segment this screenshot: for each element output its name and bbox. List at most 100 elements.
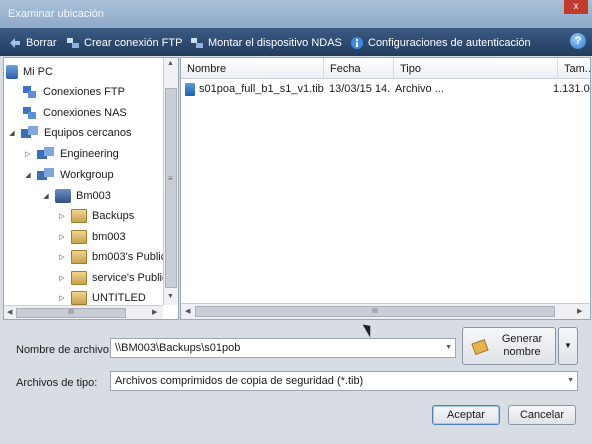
create-ftp-button[interactable]: Crear conexión FTP bbox=[66, 35, 182, 51]
tree-item-label: Bm003 bbox=[76, 190, 111, 202]
expand-arrow-icon[interactable]: ▷ bbox=[58, 233, 66, 241]
auth-settings-label: Configuraciones de autenticación bbox=[368, 37, 531, 49]
filetype-label: Archivos de tipo: bbox=[16, 377, 98, 389]
expand-arrow-icon[interactable]: ▷ bbox=[58, 212, 66, 220]
workgroup-icon bbox=[37, 147, 55, 161]
folder-tree[interactable]: Mi PC Conexiones FTP Conexiones NAS ◢ Eq… bbox=[3, 57, 179, 320]
mount-ndas-button[interactable]: Montar el dispositivo NDAS bbox=[190, 35, 342, 51]
column-header-size[interactable]: Tam... bbox=[558, 58, 590, 78]
tree-item-label: Conexiones FTP bbox=[43, 86, 125, 98]
share-icon bbox=[71, 209, 87, 223]
tree-item-label: bm003 bbox=[92, 231, 126, 243]
tree-item-label: service's Public bbox=[92, 272, 168, 284]
tree-item-label: Backups bbox=[92, 210, 135, 222]
filename-field[interactable]: \\BM003\Backups\s01pob ▼ bbox=[110, 338, 456, 358]
filetype-select[interactable]: Archivos comprimidos de copia de segurid… bbox=[110, 371, 578, 391]
tree-item-label: Conexiones NAS bbox=[43, 107, 127, 119]
file-name: s01poa_full_b1_s1_v1.tib bbox=[199, 83, 324, 95]
network-icon bbox=[191, 38, 203, 48]
file-list[interactable]: Nombre Fecha Tipo Tam... s01poa_full_b1_… bbox=[180, 57, 591, 320]
delete-label: Borrar bbox=[26, 37, 57, 49]
scroll-up-icon[interactable]: ▲ bbox=[167, 60, 174, 67]
tree-item-service-public[interactable]: ▷ service's Public bbox=[58, 268, 167, 288]
scroll-thumb[interactable]: III bbox=[195, 306, 555, 317]
computer-icon bbox=[6, 65, 18, 79]
chevron-down-icon: ▼ bbox=[564, 341, 572, 350]
tree-item-label: bm003's Public bbox=[92, 251, 167, 263]
tree-item-label: Engineering bbox=[60, 148, 119, 160]
delete-button[interactable]: Borrar bbox=[8, 35, 57, 51]
tree-horizontal-scrollbar[interactable]: ◀ III ▶ bbox=[4, 305, 163, 319]
expand-arrow-icon[interactable]: ▷ bbox=[58, 274, 66, 282]
generate-name-button[interactable]: Generar nombre bbox=[462, 327, 556, 365]
tag-icon bbox=[471, 338, 489, 356]
cancel-button[interactable]: Cancelar bbox=[508, 405, 576, 425]
tree-item-bm003-public[interactable]: ▷ bm003's Public bbox=[58, 247, 166, 267]
share-icon bbox=[71, 271, 87, 285]
column-header-type[interactable]: Tipo bbox=[394, 58, 558, 78]
column-header-date[interactable]: Fecha bbox=[324, 58, 394, 78]
expand-arrow-icon[interactable]: ▷ bbox=[58, 294, 66, 302]
help-icon[interactable]: ? bbox=[570, 33, 586, 49]
tree-item-bm003-server[interactable]: ◢ Bm003 bbox=[42, 186, 111, 206]
tree-item-workgroup[interactable]: ◢ Workgroup bbox=[24, 165, 114, 185]
collapse-arrow-icon[interactable]: ◢ bbox=[42, 192, 50, 200]
generate-name-dropdown[interactable]: ▼ bbox=[558, 327, 578, 365]
backup-file-icon bbox=[185, 82, 195, 96]
tree-item-engineering[interactable]: ▷ Engineering bbox=[24, 144, 119, 164]
tree-item-nearby-computers[interactable]: ◢ Equipos cercanos bbox=[8, 123, 131, 143]
scroll-left-icon[interactable]: ◀ bbox=[185, 307, 190, 315]
file-list-header: Nombre Fecha Tipo Tam... bbox=[181, 58, 590, 79]
file-size: 1.131.0 bbox=[553, 83, 590, 95]
scroll-left-icon[interactable]: ◀ bbox=[7, 308, 12, 316]
share-icon bbox=[71, 250, 87, 264]
tree-item-mi-pc[interactable]: Mi PC bbox=[6, 62, 53, 82]
info-icon bbox=[351, 37, 363, 49]
title-bar: Examinar ubicación x bbox=[0, 0, 592, 28]
toolbar: Borrar Crear conexión FTP Montar el disp… bbox=[0, 28, 592, 56]
create-ftp-label: Crear conexión FTP bbox=[84, 37, 183, 49]
scroll-thumb[interactable]: ≡ bbox=[165, 88, 177, 288]
generate-name-label: Generar nombre bbox=[501, 333, 543, 358]
collapse-arrow-icon[interactable]: ◢ bbox=[24, 171, 32, 179]
file-row[interactable]: s01poa_full_b1_s1_v1.tib 13/03/15 14... … bbox=[181, 80, 590, 98]
back-arrow-icon bbox=[10, 38, 20, 48]
expand-arrow-icon[interactable]: ▷ bbox=[58, 253, 66, 261]
tree-item-ftp-connections[interactable]: Conexiones FTP bbox=[22, 82, 125, 102]
tree-item-nas-connections[interactable]: Conexiones NAS bbox=[22, 103, 127, 123]
scroll-thumb[interactable]: III bbox=[16, 308, 126, 318]
server-icon bbox=[55, 189, 71, 203]
chevron-down-icon[interactable]: ▼ bbox=[567, 372, 574, 390]
file-date: 13/03/15 14... bbox=[329, 83, 391, 95]
tree-item-label: Workgroup bbox=[60, 169, 114, 181]
share-icon bbox=[71, 291, 87, 305]
column-header-name[interactable]: Nombre bbox=[181, 58, 324, 78]
tree-item-label: UNTITLED bbox=[92, 292, 146, 304]
scroll-down-icon[interactable]: ▼ bbox=[167, 293, 174, 300]
file-list-horizontal-scrollbar[interactable]: ◀ III ▶ bbox=[181, 303, 590, 319]
close-button[interactable]: x bbox=[564, 0, 588, 14]
filetype-value: Archivos comprimidos de copia de segurid… bbox=[115, 375, 364, 387]
file-name-cell: s01poa_full_b1_s1_v1.tib bbox=[185, 80, 324, 98]
scroll-right-icon[interactable]: ▶ bbox=[152, 308, 157, 316]
scroll-right-icon[interactable]: ▶ bbox=[577, 307, 582, 315]
auth-settings-button[interactable]: Configuraciones de autenticación bbox=[350, 35, 531, 51]
mount-ndas-label: Montar el dispositivo NDAS bbox=[208, 37, 342, 49]
workgroup-icon bbox=[21, 126, 39, 140]
tree-item-backups[interactable]: ▷ Backups bbox=[58, 206, 134, 226]
share-icon bbox=[71, 230, 87, 244]
accept-button[interactable]: Aceptar bbox=[432, 405, 500, 425]
workgroup-icon bbox=[37, 168, 55, 182]
tree-vertical-scrollbar[interactable]: ▲ ≡ ▼ bbox=[163, 58, 178, 305]
filename-label: Nombre de archivo: bbox=[16, 344, 112, 356]
window-title: Examinar ubicación bbox=[8, 8, 104, 20]
expand-arrow-icon[interactable]: ▷ bbox=[24, 150, 32, 158]
tree-item-label: Mi PC bbox=[23, 66, 53, 78]
network-icon bbox=[22, 85, 38, 99]
collapse-arrow-icon[interactable]: ◢ bbox=[8, 129, 16, 137]
tree-item-bm003-share[interactable]: ▷ bm003 bbox=[58, 227, 126, 247]
network-icon bbox=[67, 38, 79, 48]
chevron-down-icon[interactable]: ▼ bbox=[445, 339, 452, 357]
grip-icon: ≡ bbox=[168, 174, 173, 183]
dialog-footer: Nombre de archivo: \\BM003\Backups\s01po… bbox=[0, 320, 592, 444]
